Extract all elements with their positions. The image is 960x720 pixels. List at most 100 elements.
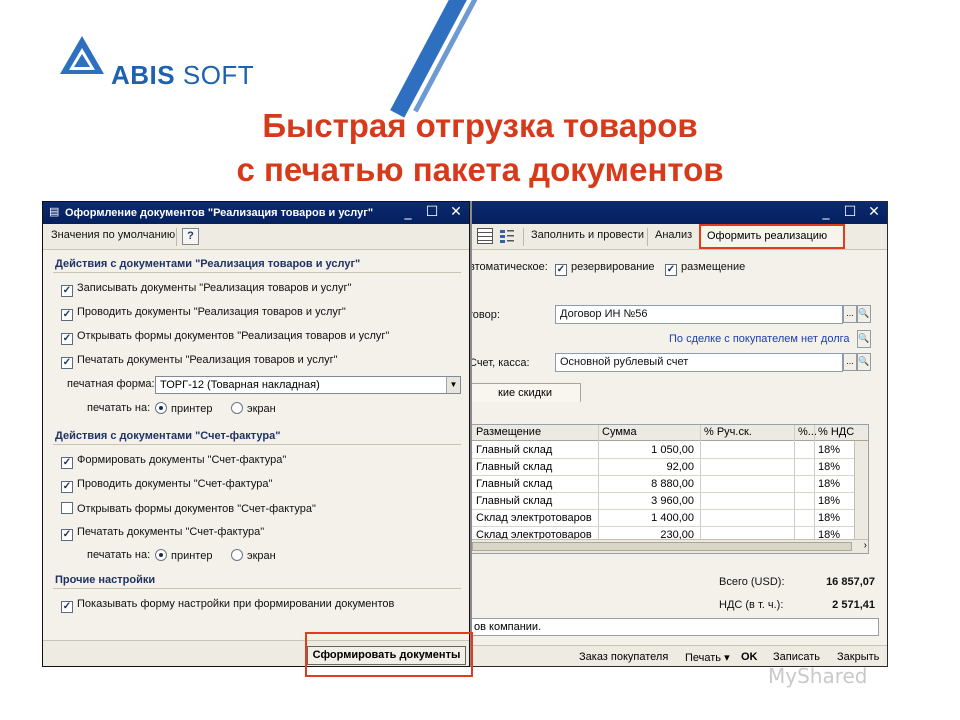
- show-settings-checkbox[interactable]: ✓ Показывать форму настройки при формиров…: [61, 598, 394, 613]
- automatic-label: втоматическое:: [469, 261, 548, 273]
- slide-title: Быстрая отгрузка товаров с печатью пакет…: [0, 104, 960, 192]
- document-icon: ▤: [49, 206, 60, 218]
- account-field[interactable]: Основной рублевый счет: [555, 353, 843, 372]
- vat-label: НДС (в т. ч.):: [719, 599, 784, 611]
- search-icon[interactable]: 🔍: [857, 330, 871, 348]
- help-icon[interactable]: ?: [182, 228, 199, 245]
- radio-selected-icon: [155, 402, 167, 414]
- dropdown-arrow-icon: ▾: [724, 652, 730, 664]
- table-row[interactable]: Главный склад 3 960,00 18%: [470, 493, 868, 510]
- structure-icon[interactable]: [499, 228, 515, 244]
- checkbox-checked-icon: ✓: [61, 309, 73, 321]
- table-view-icon[interactable]: [477, 228, 493, 244]
- s2_opts-checkbox-1[interactable]: ✓ Проводить документы "Счет-фактура": [61, 478, 272, 493]
- radio-selected-icon: [155, 549, 167, 561]
- tab-discounts[interactable]: кие скидки: [469, 383, 581, 402]
- comment-field[interactable]: ов компании.: [469, 618, 879, 636]
- header-sum[interactable]: Сумма: [602, 426, 637, 438]
- table-cell: 18%: [818, 478, 841, 490]
- goods-table: Размещение Сумма % Руч.ск. %... % НДС Гл…: [469, 424, 869, 554]
- table-cell: Склад электротоваров: [476, 512, 592, 524]
- header-placement[interactable]: Размещение: [476, 426, 541, 438]
- highlight-frame: [305, 632, 473, 677]
- search-icon[interactable]: 🔍: [857, 353, 871, 371]
- contract-field[interactable]: Договор ИН №56: [555, 305, 843, 324]
- dialog-title: Оформление документов "Реализация товаро…: [65, 207, 374, 219]
- s1_opts-checkbox-2[interactable]: ✓ Открывать формы документов "Реализация …: [61, 330, 389, 345]
- invoice-screen-radio[interactable]: экран: [231, 549, 276, 562]
- close-icon[interactable]: ✕: [867, 204, 881, 220]
- table-row[interactable]: Склад электротоваров 1 400,00 18%: [470, 510, 868, 527]
- table-cell: Главный склад: [476, 461, 553, 473]
- decorative-stripe: [390, 0, 485, 118]
- deal-debt-link[interactable]: По сделке с покупателем нет долга: [669, 333, 850, 345]
- checkbox-checked-icon: ✓: [555, 264, 567, 276]
- checkbox-checked-icon: ✓: [61, 457, 73, 469]
- fill-and-post-button[interactable]: Заполнить и провести: [531, 229, 644, 241]
- scroll-right-icon[interactable]: ›: [864, 540, 867, 551]
- printer-radio[interactable]: принтер: [155, 402, 212, 415]
- checkbox-checked-icon: ✓: [61, 357, 73, 369]
- invoice-printer-radio[interactable]: принтер: [155, 549, 212, 562]
- close-button[interactable]: Закрыть: [837, 651, 879, 663]
- maximize-icon[interactable]: ☐: [425, 204, 439, 220]
- minimize-icon[interactable]: _: [819, 204, 833, 220]
- print-form-label: печатная форма:: [67, 378, 155, 390]
- table-cell: 92,00: [666, 461, 694, 473]
- print-form-select[interactable]: ТОРГ-12 (Товарная накладная) ▼: [155, 376, 461, 394]
- s1_opts-checkbox-0[interactable]: ✓ Записывать документы "Реализация товаро…: [61, 282, 351, 297]
- logo-triangle-icon: [60, 36, 104, 74]
- section-invoice-actions: Действия с документами "Счет-фактура": [55, 430, 281, 442]
- issue-sale-button[interactable]: Оформить реализацию: [699, 224, 845, 249]
- save-button[interactable]: Записать: [773, 651, 820, 663]
- table-row[interactable]: Главный склад 8 880,00 18%: [470, 476, 868, 493]
- search-icon[interactable]: 🔍: [857, 305, 871, 323]
- placement-checkbox[interactable]: ✓ размещение: [665, 261, 745, 276]
- slide-title-line-2: с печатью пакета документов: [236, 151, 724, 188]
- header-manual-discount[interactable]: % Руч.ск.: [704, 426, 752, 438]
- checkbox-checked-icon: ✓: [61, 285, 73, 297]
- analysis-button[interactable]: Анализ: [655, 229, 692, 241]
- ellipsis-button[interactable]: ...: [843, 305, 857, 323]
- close-icon[interactable]: ✕: [449, 204, 463, 220]
- table-cell: 18%: [818, 444, 841, 456]
- chevron-down-icon[interactable]: ▼: [446, 377, 460, 393]
- document-processing-dialog: ▤ Оформление документов "Реализация това…: [42, 201, 470, 667]
- vat-value: 2 571,41: [832, 599, 875, 611]
- checkbox-checked-icon: ✓: [61, 333, 73, 345]
- section-other-settings: Прочие настройки: [55, 574, 156, 586]
- header-vat[interactable]: % НДС: [818, 426, 854, 438]
- print-button[interactable]: Печать ▾: [685, 651, 730, 664]
- print-on-label: печатать на:: [87, 402, 151, 414]
- ellipsis-button[interactable]: ...: [843, 353, 857, 371]
- s2_opts-checkbox-0[interactable]: ✓ Формировать документы "Счет-фактура": [61, 454, 286, 469]
- ok-button[interactable]: OK: [741, 651, 758, 663]
- checkbox-checked-icon: ✓: [61, 601, 73, 613]
- checkbox-icon: [61, 502, 73, 514]
- company-logo: ABIS SOFT: [58, 34, 258, 90]
- maximize-icon[interactable]: ☐: [843, 204, 857, 220]
- account-label: Счет, касса:: [469, 357, 530, 369]
- defaults-button[interactable]: Значения по умолчанию: [51, 229, 175, 241]
- s2_opts-checkbox-3[interactable]: ✓ Печатать документы "Счет-фактура": [61, 526, 264, 541]
- vertical-scrollbar[interactable]: [854, 441, 868, 539]
- dialog-titlebar: ▤ Оформление документов "Реализация това…: [43, 202, 469, 224]
- s1_opts-checkbox-3[interactable]: ✓ Печатать документы "Реализация товаров …: [61, 354, 338, 369]
- minimize-icon[interactable]: _: [401, 204, 415, 220]
- table-row[interactable]: Главный склад 92,00 18%: [470, 459, 868, 476]
- s2_opts-checkbox-2[interactable]: Открывать формы документов "Счет-фактура…: [61, 502, 316, 515]
- invoice-print-on-label: печатать на:: [87, 549, 151, 561]
- contract-label: говор:: [469, 309, 500, 321]
- watermark: MyShared: [768, 664, 868, 688]
- horizontal-scrollbar[interactable]: ›: [470, 539, 868, 553]
- s1_opts-checkbox-1[interactable]: ✓ Проводить документы "Реализация товаров…: [61, 306, 346, 321]
- table-cell: 18%: [818, 461, 841, 473]
- section-sales-actions: Действия с документами "Реализация товар…: [55, 258, 361, 270]
- checkbox-checked-icon: ✓: [61, 529, 73, 541]
- screen-radio[interactable]: экран: [231, 402, 276, 415]
- reservation-checkbox[interactable]: ✓ резервирование: [555, 261, 655, 276]
- total-value: 16 857,07: [826, 576, 875, 588]
- table-row[interactable]: Главный склад 1 050,00 18%: [470, 442, 868, 459]
- customer-order-button[interactable]: Заказ покупателя: [579, 651, 668, 663]
- table-header: Размещение Сумма % Руч.ск. %... % НДС: [470, 425, 868, 441]
